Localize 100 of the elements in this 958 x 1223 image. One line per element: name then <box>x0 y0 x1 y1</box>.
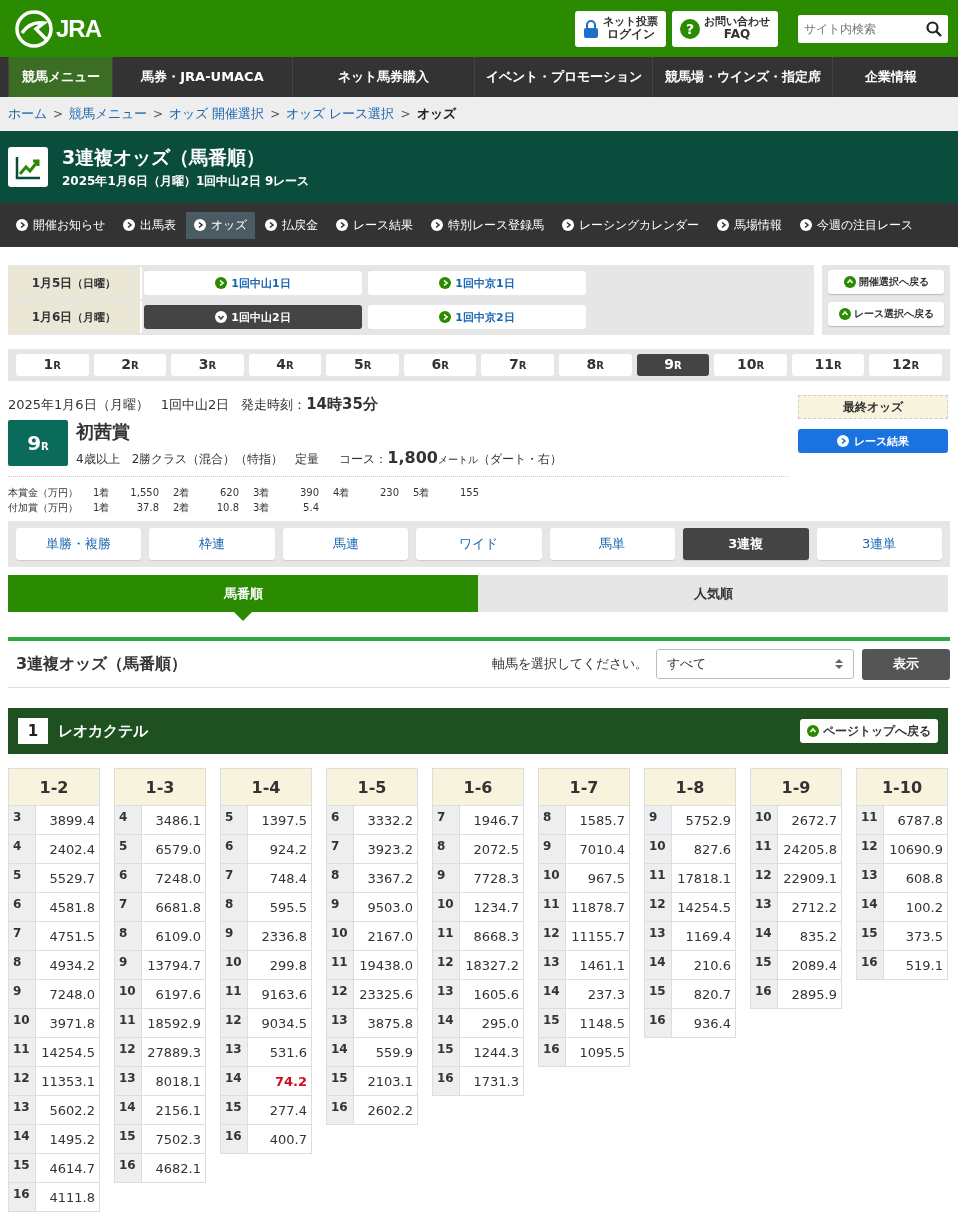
horse-number-cell: 16 <box>644 1008 672 1038</box>
date-cell: 1月6日（月曜） <box>8 301 142 333</box>
odds-cell: 1461.1 <box>565 950 630 980</box>
horse-number-cell: 15 <box>644 979 672 1009</box>
odds-cell: 299.8 <box>247 950 312 980</box>
pair-header: 1-2 <box>8 768 100 806</box>
race-button[interactable]: 11R <box>791 354 865 376</box>
bet-type-tab[interactable]: ワイド <box>416 528 542 560</box>
sub-nav-link[interactable]: 開催お知らせ <box>8 211 113 239</box>
horse-number-cell: 12 <box>538 921 566 951</box>
horse-number-cell: 11 <box>538 892 566 922</box>
odds-cell: 3923.2 <box>353 834 418 864</box>
race-result-button[interactable]: レース結果 <box>798 429 948 453</box>
sub-nav-link[interactable]: 今週の注目レース <box>792 211 921 239</box>
page-top-button[interactable]: ページトップへ戻る <box>800 719 938 743</box>
show-button[interactable]: 表示 <box>862 648 950 680</box>
search-icon[interactable] <box>926 20 942 37</box>
horse-number-cell: 4 <box>8 834 36 864</box>
horse-number-cell: 14 <box>8 1124 36 1154</box>
breadcrumb-link[interactable]: ホーム <box>8 105 47 123</box>
race-button[interactable]: 4R <box>248 354 322 376</box>
horse-select[interactable]: すべて <box>656 649 854 679</box>
venue-button[interactable]: 1回中京2日 <box>368 305 586 329</box>
horse-number-cell: 14 <box>856 892 884 922</box>
chevron-circle-icon <box>336 219 348 231</box>
horse-number-cell: 10 <box>538 863 566 893</box>
odds-cell: 1148.5 <box>565 1008 630 1038</box>
odds-cell: 10690.9 <box>883 834 948 864</box>
venue-button[interactable]: 1回中山1日 <box>144 271 362 295</box>
odds-cell: 2602.2 <box>353 1095 418 1125</box>
prize-amount: 10.8 <box>215 501 240 515</box>
race-button[interactable]: 7R <box>481 354 555 376</box>
odds-cell: 608.8 <box>883 863 948 893</box>
bet-type-tab[interactable]: 馬連 <box>282 528 409 560</box>
horse-number-cell: 3 <box>8 805 36 835</box>
horse-number-cell: 11 <box>326 950 354 980</box>
horse-number-cell: 7 <box>220 863 248 893</box>
race-button[interactable]: 6R <box>403 354 477 376</box>
sub-nav-link[interactable]: レーシングカレンダー <box>554 211 707 239</box>
login-button[interactable]: ネット投票 ログイン <box>575 10 666 47</box>
race-button[interactable]: 5R <box>326 354 399 376</box>
sort-tab[interactable]: 人気順 <box>478 575 948 612</box>
lock-icon <box>583 19 599 38</box>
race-button[interactable]: 12R <box>869 354 942 376</box>
back-button[interactable]: 開催選択へ戻る <box>828 270 944 294</box>
horse-number-cell: 13 <box>644 921 672 951</box>
sub-nav-link[interactable]: 馬場情報 <box>709 211 790 239</box>
bet-type-tab[interactable]: 単勝・複勝 <box>16 528 142 560</box>
sub-nav-link[interactable]: 特別レース登録馬 <box>423 211 552 239</box>
odds-cell: 1585.7 <box>565 805 630 835</box>
odds-cell: 7502.3 <box>141 1124 206 1154</box>
race-button[interactable]: 1R <box>16 354 89 376</box>
search-field[interactable]: サイト内検索 <box>798 14 948 43</box>
odds-cell: 5752.9 <box>671 805 736 835</box>
chevron-circle-icon <box>562 219 574 231</box>
race-button[interactable]: 3R <box>171 354 244 376</box>
breadcrumb-link[interactable]: 競馬メニュー <box>69 105 148 123</box>
prize-amount: 230 <box>378 486 400 500</box>
odds-cell: 2336.8 <box>247 921 312 951</box>
pair-header: 1-8 <box>644 768 736 806</box>
horse-number-cell: 14 <box>538 979 566 1009</box>
horse-number-cell: 9 <box>8 979 36 1009</box>
course-info: コース：1,800メートル（ダート・右） <box>339 448 562 468</box>
sub-nav-link[interactable]: 出馬表 <box>115 211 184 239</box>
breadcrumb-link[interactable]: オッズ レース選択 <box>286 105 395 123</box>
breadcrumb-current: オッズ <box>416 105 456 123</box>
odds-cell: 531.6 <box>247 1037 312 1067</box>
breadcrumb-separator: > <box>53 107 64 121</box>
horse-number-cell: 14 <box>750 921 778 951</box>
race-button[interactable]: 8R <box>559 354 632 376</box>
nav-tab[interactable]: 競馬メニュー <box>8 57 112 97</box>
sub-nav-link[interactable]: 払戻金 <box>257 211 326 239</box>
logo-text[interactable]: JRA <box>56 14 101 43</box>
horse-number-cell: 10 <box>326 921 354 951</box>
horse-number-cell: 14 <box>114 1095 142 1125</box>
bet-type-tab[interactable]: 3連複 <box>683 528 809 560</box>
breadcrumb-link[interactable]: オッズ 開催選択 <box>169 105 265 123</box>
horse-number-cell: 13 <box>326 1008 354 1038</box>
chevron-circle-icon <box>717 219 729 231</box>
bet-type-tab[interactable]: 馬単 <box>549 528 676 560</box>
bet-type-tab[interactable]: 枠連 <box>149 528 275 560</box>
odds-cell: 4751.5 <box>35 921 100 951</box>
horse-number-cell: 14 <box>432 1008 460 1038</box>
venue-button[interactable]: 1回中山2日 <box>144 305 362 329</box>
sub-nav-link[interactable]: オッズ <box>186 211 255 239</box>
sub-nav-link[interactable]: レース結果 <box>328 211 421 239</box>
race-button[interactable]: 10R <box>714 354 787 376</box>
odds-cell: 595.5 <box>247 892 312 922</box>
odds-cell: 2089.4 <box>777 950 842 980</box>
bet-type-tab[interactable]: 3連単 <box>816 528 942 560</box>
race-button[interactable]: 9R <box>636 354 710 376</box>
prize-amount: 1,550 <box>129 486 160 500</box>
odds-cell: 18327.2 <box>459 950 524 980</box>
odds-cell: 11155.7 <box>565 921 630 951</box>
race-button[interactable]: 2R <box>93 354 167 376</box>
venue-button[interactable]: 1回中京1日 <box>368 271 586 295</box>
prize-place: 1着 <box>93 486 111 500</box>
back-button[interactable]: レース選択へ戻る <box>828 302 944 326</box>
pair-header: 1-4 <box>220 768 312 806</box>
race-name: 初茜賞 <box>76 420 131 444</box>
